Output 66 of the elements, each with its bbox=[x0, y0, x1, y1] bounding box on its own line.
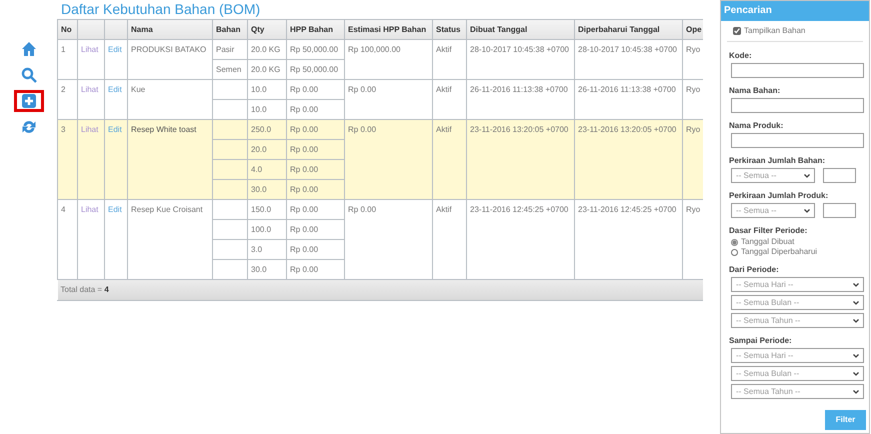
dropdown[interactable]: -- Semua -- bbox=[731, 203, 815, 218]
edit-link[interactable]: Edit bbox=[108, 205, 122, 214]
field-label: Nama Produk: bbox=[729, 120, 784, 131]
field-label: Perkiraan Jumlah Produk: bbox=[729, 190, 830, 201]
field-label: Kode: bbox=[729, 50, 753, 61]
column-header: Estimasi HPP Bahan bbox=[348, 24, 426, 34]
table-cell: 1 bbox=[58, 40, 78, 80]
table-cell: 4 bbox=[58, 200, 78, 280]
input-field[interactable] bbox=[823, 203, 856, 218]
edit-link[interactable]: Edit bbox=[108, 85, 122, 94]
view-link[interactable]: Lihat bbox=[81, 205, 98, 214]
chevron-icon bbox=[853, 300, 859, 304]
table-cell: 3 bbox=[58, 120, 78, 200]
chevron-icon bbox=[804, 174, 810, 178]
column-header: Diperbaharui Tanggal bbox=[578, 24, 660, 34]
input-field[interactable] bbox=[731, 63, 864, 78]
view-link[interactable]: Lihat bbox=[81, 45, 98, 54]
field-label: Sampai Periode: bbox=[729, 335, 793, 346]
field-label: Dasar Filter Periode: bbox=[729, 225, 808, 236]
view-link[interactable]: Lihat bbox=[81, 85, 98, 94]
toolbar-button[interactable] bbox=[14, 90, 44, 112]
chevron-icon bbox=[804, 208, 810, 212]
dropdown[interactable]: -- Semua Tahun -- bbox=[731, 313, 864, 328]
chevron-icon bbox=[853, 282, 859, 286]
column-header: Status bbox=[436, 24, 460, 34]
field-label: Dari Periode: bbox=[729, 264, 780, 275]
edit-link[interactable]: Edit bbox=[108, 125, 122, 134]
view-link[interactable]: Lihat bbox=[81, 125, 98, 134]
dropdown[interactable]: -- Semua Bulan -- bbox=[731, 366, 864, 381]
table-cell: 2 bbox=[58, 80, 78, 120]
panel-header: Pencarian bbox=[721, 1, 869, 21]
search-icon bbox=[20, 67, 36, 83]
refresh-icon bbox=[20, 119, 36, 135]
column-header: Nama bbox=[131, 24, 153, 34]
field-label: Perkiraan Jumlah Bahan: bbox=[729, 155, 826, 166]
edit-link[interactable]: Edit bbox=[108, 45, 122, 54]
chevron-icon bbox=[853, 318, 859, 322]
page-title: Daftar Kebutuhan Bahan (BOM) bbox=[60, 0, 262, 19]
field-label: Nama Bahan: bbox=[729, 85, 782, 96]
column-header: Ope bbox=[686, 24, 702, 34]
column-header: Qty bbox=[251, 24, 264, 34]
column-header: Dibuat Tanggal bbox=[470, 24, 528, 34]
filter-button[interactable]: Filter bbox=[825, 410, 866, 430]
column-header: No bbox=[61, 24, 72, 34]
chevron-icon bbox=[853, 390, 859, 394]
checkbox-label: Tampilkan Bahan bbox=[744, 25, 806, 37]
dropdown[interactable]: -- Semua Tahun -- bbox=[731, 384, 864, 399]
column-header: Bahan bbox=[216, 24, 240, 34]
show-materials-checkbox[interactable] bbox=[733, 27, 741, 35]
dropdown[interactable]: -- Semua Hari -- bbox=[731, 277, 864, 292]
table-footer: Total data = 4 bbox=[58, 280, 703, 300]
column-header: HPP Bahan bbox=[290, 24, 333, 34]
dropdown[interactable]: -- Semua Hari -- bbox=[731, 348, 864, 363]
chevron-icon bbox=[853, 354, 859, 358]
radio-button[interactable] bbox=[731, 238, 738, 246]
chevron-icon bbox=[853, 372, 859, 376]
radio-label: Tanggal Diperbaharui bbox=[741, 246, 818, 258]
dropdown[interactable]: -- Semua Bulan -- bbox=[731, 295, 864, 310]
add-icon bbox=[20, 93, 36, 109]
dropdown[interactable]: -- Semua -- bbox=[731, 168, 815, 183]
home-icon bbox=[20, 41, 36, 57]
input-field[interactable] bbox=[731, 133, 864, 148]
input-field[interactable] bbox=[823, 168, 856, 183]
radio-label: Tanggal Dibuat bbox=[741, 236, 794, 248]
radio-button[interactable] bbox=[731, 248, 738, 256]
input-field[interactable] bbox=[731, 98, 864, 113]
